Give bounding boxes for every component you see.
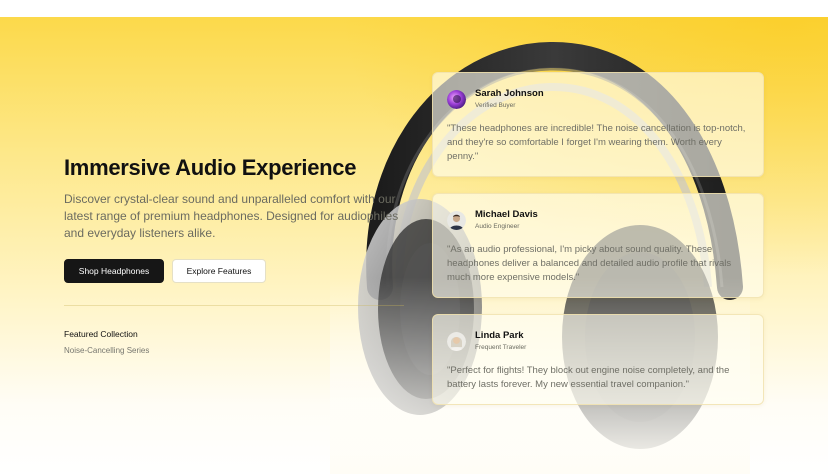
button-row: Shop Headphones Explore Features [64, 259, 404, 283]
testimonial-quote: "These headphones are incredible! The no… [447, 123, 746, 162]
testimonial-card: Sarah Johnson Verified Buyer "These head… [432, 72, 764, 177]
reviewer-name: Michael Davis [475, 209, 538, 220]
reviewer-role: Frequent Traveler [475, 344, 527, 351]
avatar-michael [447, 210, 466, 230]
reviewer-role: Verified Buyer [475, 102, 516, 109]
page-title: Immersive Audio Experience [64, 155, 357, 180]
testimonial-quote: "Perfect for flights! They block out eng… [447, 365, 730, 390]
testimonial-header: Linda Park Frequent Traveler [447, 330, 749, 352]
hero-section: Immersive Audio Experience Discover crys… [0, 17, 828, 474]
hero-content: Immersive Audio Experience Discover crys… [64, 154, 404, 355]
testimonial-card: Linda Park Frequent Traveler "Perfect fo… [432, 314, 764, 405]
divider [64, 305, 404, 306]
avatar-linda [447, 331, 466, 351]
shop-headphones-button[interactable]: Shop Headphones [64, 259, 164, 283]
reviewer-role: Audio Engineer [475, 223, 520, 230]
featured-collection-value: Noise-Cancelling Series [64, 346, 150, 355]
explore-features-button[interactable]: Explore Features [172, 259, 266, 283]
featured-collection-label: Featured Collection [64, 329, 138, 339]
reviewer-name: Linda Park [475, 330, 524, 341]
testimonial-quote: "As an audio professional, I'm picky abo… [447, 244, 732, 283]
reviewer-name: Sarah Johnson [475, 88, 544, 99]
hero-description: Discover crystal-clear sound and unparal… [64, 192, 399, 240]
testimonial-header: Michael Davis Audio Engineer [447, 209, 749, 231]
avatar-sarah [447, 89, 466, 109]
testimonial-header: Sarah Johnson Verified Buyer [447, 88, 749, 110]
testimonial-card: Michael Davis Audio Engineer "As an audi… [432, 193, 764, 298]
